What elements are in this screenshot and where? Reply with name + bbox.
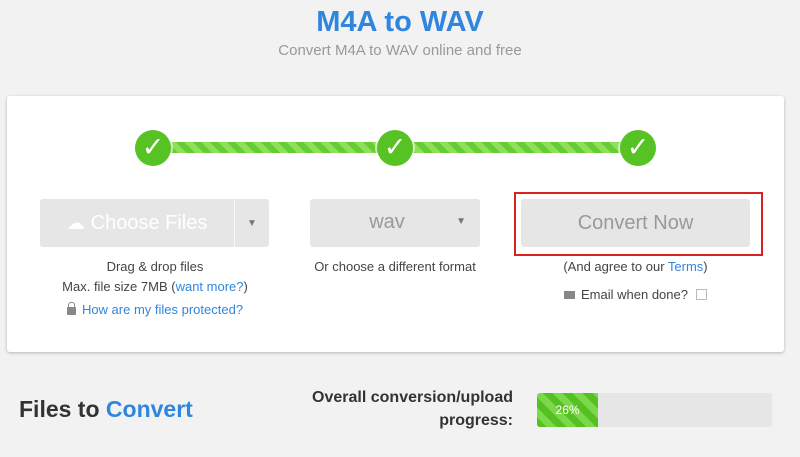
email-when-done-checkbox[interactable]	[695, 289, 707, 300]
files-to-convert-title: Files to Convert	[19, 396, 193, 422]
files-protected-link[interactable]: How are my files protected?	[82, 302, 243, 317]
choose-files-label: Choose Files	[90, 211, 208, 234]
envelope-icon	[564, 291, 576, 299]
caret-down-icon: ▼	[247, 217, 257, 229]
terms-link[interactable]: Terms	[668, 259, 703, 274]
choose-files-button[interactable]: ☁ Choose Files	[40, 199, 234, 247]
page-subtitle: Convert M4A to WAV online and free	[278, 42, 522, 59]
terms-agreement: (And agree to our Terms)	[563, 259, 708, 274]
files-protected-row: How are my files protected?	[40, 302, 270, 317]
overall-progress-label: Overall conversion/upload progress:	[312, 389, 513, 429]
step-1-checkmark-icon: ✓	[135, 130, 171, 166]
want-more-link[interactable]: want more?	[176, 279, 244, 294]
convert-now-button[interactable]: Convert Now	[521, 199, 750, 247]
format-hint: Or choose a different format	[314, 259, 476, 274]
overall-progress-bar: 26%	[537, 393, 772, 427]
choose-files-group: ☁ Choose Files ▼	[40, 199, 270, 247]
drag-drop-hint: Drag & drop files	[106, 259, 204, 274]
format-selected-value: wav	[369, 211, 405, 233]
email-when-done-label: Email when done?	[581, 287, 688, 302]
format-select[interactable]: wav ▼	[310, 199, 480, 247]
overall-progress-fill: 26%	[537, 393, 599, 427]
email-when-done-row: Email when done?	[521, 287, 750, 302]
upload-source-dropdown[interactable]: ▼	[234, 199, 269, 247]
step-2-checkmark-icon: ✓	[377, 130, 413, 166]
max-file-size: Max. file size 7MB (want more?)	[62, 279, 248, 294]
step-3-checkmark-icon: ✓	[620, 130, 656, 166]
cloud-upload-icon: ☁	[66, 212, 85, 233]
page-title: M4A to WAV	[316, 6, 484, 38]
caret-down-icon: ▼	[456, 216, 466, 227]
lock-icon	[66, 302, 76, 315]
